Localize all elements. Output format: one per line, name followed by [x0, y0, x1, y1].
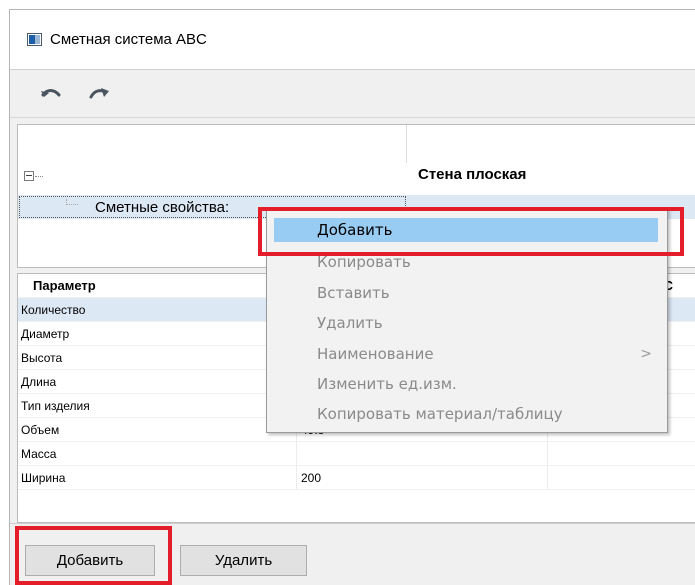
tree-connector	[35, 176, 43, 177]
context-menu: Добавить Копировать Вставить Удалить Наи…	[266, 208, 668, 433]
row-param: Диаметр	[18, 322, 297, 346]
menu-item-copy-material-table[interactable]: Копировать материал/таблицу	[270, 402, 664, 426]
column-header-parameter[interactable]: Параметр	[18, 274, 297, 298]
menu-item-delete[interactable]: Удалить	[270, 311, 664, 335]
row-value[interactable]	[297, 442, 548, 466]
tree-column-divider	[406, 125, 407, 163]
add-button[interactable]: Добавить	[25, 545, 155, 576]
row-param: Тип изделия	[18, 394, 297, 418]
chevron-right-icon: >	[640, 346, 652, 362]
title-bar: Сметная система ABC	[10, 10, 695, 70]
undo-icon	[41, 88, 61, 97]
menu-item-add[interactable]: Добавить	[274, 218, 658, 242]
toolbar	[10, 70, 695, 118]
menu-item-copy[interactable]: Копировать	[270, 250, 664, 274]
table-row[interactable]: Масса	[18, 442, 695, 466]
row-param: Длина	[18, 370, 297, 394]
menu-item-change-unit[interactable]: Изменить ед.изм.	[270, 372, 664, 396]
menu-item-paste[interactable]: Вставить	[270, 281, 664, 305]
undo-button[interactable]	[36, 79, 66, 109]
table-row[interactable]: Ширина 200	[18, 466, 695, 490]
redo-icon	[89, 87, 109, 98]
row-extra	[548, 466, 695, 490]
row-extra	[548, 442, 695, 466]
collapse-icon[interactable]	[24, 171, 34, 181]
row-param: Объем	[18, 418, 297, 442]
app-icon	[27, 33, 42, 46]
window-title: Сметная система ABC	[50, 31, 207, 48]
row-param: Высота	[18, 346, 297, 370]
bottom-bar: Добавить Удалить	[10, 523, 695, 585]
menu-item-label: Наименование	[317, 345, 434, 363]
redo-button[interactable]	[84, 79, 114, 109]
row-param: Количество	[18, 298, 297, 322]
tree-item-label: Сметные свойства:	[95, 198, 230, 216]
object-name: Стена плоская	[418, 166, 527, 183]
delete-button[interactable]: Удалить	[180, 545, 307, 576]
row-param: Ширина	[18, 466, 297, 490]
row-value[interactable]: 200	[297, 466, 548, 490]
menu-item-name[interactable]: Наименование >	[270, 342, 664, 366]
row-param: Масса	[18, 442, 297, 466]
